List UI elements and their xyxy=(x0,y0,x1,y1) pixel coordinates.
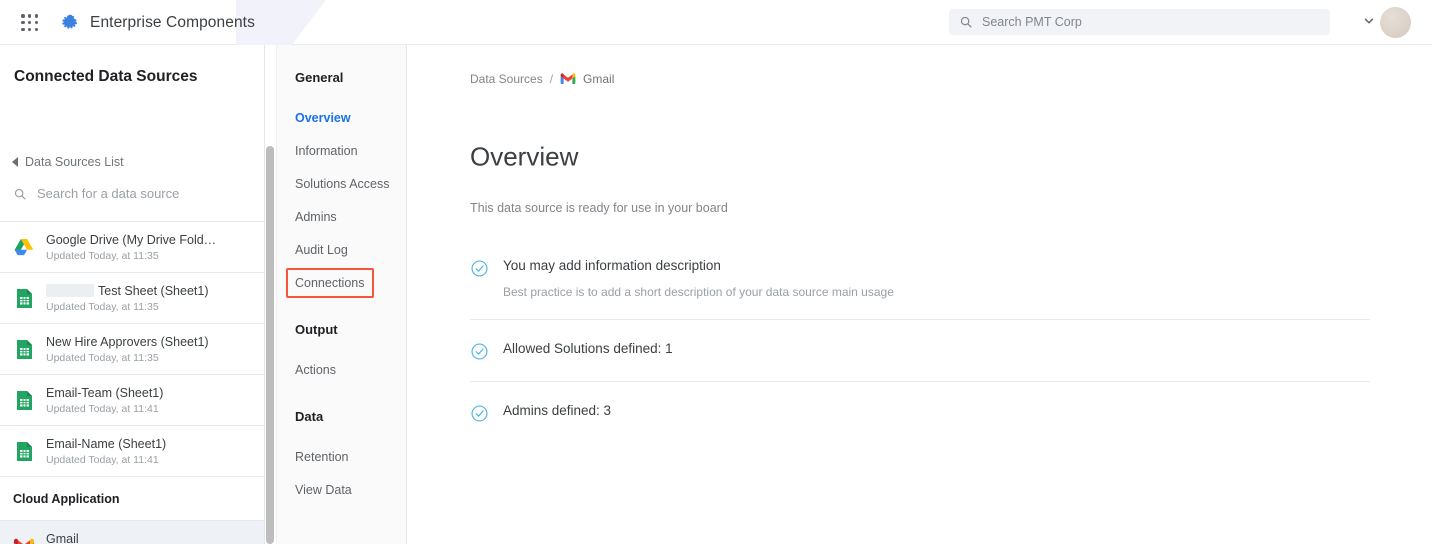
data-source-list: Google Drive (My Drive Fold… Updated Tod… xyxy=(0,222,264,544)
sidebar-search-input[interactable]: Search for a data source xyxy=(13,186,179,201)
nav-item-actions[interactable]: Actions xyxy=(295,363,336,377)
main-content: Data Sources / Gmail Overview This data … xyxy=(408,45,1432,544)
data-source-updated: Updated Today, at 11:35 xyxy=(46,352,209,364)
connected-data-sources-sidebar: Connected Data Sources Data Sources List… xyxy=(0,45,265,544)
back-link-label: Data Sources List xyxy=(25,155,124,169)
brand-home-link[interactable]: Enterprise Components xyxy=(60,0,255,45)
search-placeholder: Search PMT Corp xyxy=(982,15,1082,29)
sidebar-search-placeholder: Search for a data source xyxy=(37,186,179,201)
overview-checklist: You may add information description Best… xyxy=(470,237,1370,443)
data-source-updated: Updated Today, at 11:35 xyxy=(46,301,208,313)
brand-blob-logo xyxy=(60,14,79,31)
breadcrumb-current[interactable]: Gmail xyxy=(583,72,614,86)
data-source-name: Gmail xyxy=(46,532,159,544)
checklist-title: Allowed Solutions defined: 1 xyxy=(503,341,673,356)
apps-grid-icon[interactable] xyxy=(19,12,41,34)
nav-item-overview[interactable]: Overview xyxy=(295,111,351,125)
data-source-name-text: Test Sheet (Sheet1) xyxy=(98,284,208,298)
checklist-item: Allowed Solutions defined: 1 xyxy=(470,320,1370,382)
list-item[interactable]: Email-Team (Sheet1) Updated Today, at 11… xyxy=(0,375,264,426)
nav-item-admins[interactable]: Admins xyxy=(295,210,337,224)
nav-section-general: General xyxy=(295,70,343,85)
check-circle-icon xyxy=(470,342,489,361)
nav-section-output: Output xyxy=(295,322,338,337)
check-circle-icon xyxy=(470,259,489,278)
nav-section-data: Data xyxy=(295,409,323,424)
checklist-title: You may add information description xyxy=(503,258,721,273)
data-source-name: Email-Name (Sheet1) xyxy=(46,437,166,451)
checklist-item: You may add information description Best… xyxy=(470,237,1370,320)
page-subtitle: This data source is ready for use in you… xyxy=(470,201,728,215)
google-sheets-icon xyxy=(13,440,35,462)
check-circle-icon xyxy=(470,404,489,423)
google-sheets-icon xyxy=(13,338,35,360)
data-source-name: Google Drive (My Drive Fold… xyxy=(46,233,216,247)
list-item[interactable]: Google Drive (My Drive Fold… Updated Tod… xyxy=(0,222,264,273)
search-icon xyxy=(959,15,973,29)
redacted-block xyxy=(46,284,94,297)
data-source-name: Test Sheet (Sheet1) xyxy=(46,284,208,298)
nav-item-information[interactable]: Information xyxy=(295,144,358,158)
nav-item-solutions-access[interactable]: Solutions Access xyxy=(295,177,390,191)
breadcrumb-data-sources[interactable]: Data Sources xyxy=(470,72,543,86)
sidebar-scrollbar-thumb[interactable] xyxy=(266,146,274,544)
data-source-updated: Updated Today, at 11:41 xyxy=(46,403,163,415)
avatar[interactable] xyxy=(1380,7,1411,38)
google-sheets-icon xyxy=(13,389,35,411)
list-item[interactable]: New Hire Approvers (Sheet1) Updated Toda… xyxy=(0,324,264,375)
page-title: Overview xyxy=(470,142,578,173)
list-item[interactable]: Email-Name (Sheet1) Updated Today, at 11… xyxy=(0,426,264,477)
list-item-gmail[interactable]: Gmail Updated Today, at 11:35 xyxy=(0,521,264,544)
breadcrumb: Data Sources / Gmail xyxy=(470,72,614,86)
data-source-name: Email-Team (Sheet1) xyxy=(46,386,163,400)
data-source-updated: Updated Today, at 11:41 xyxy=(46,454,166,466)
search-icon xyxy=(13,187,27,201)
nav-item-audit-log[interactable]: Audit Log xyxy=(295,243,348,257)
sidebar-title: Connected Data Sources xyxy=(14,68,197,86)
google-sheets-icon xyxy=(13,287,35,309)
nav-item-connections[interactable]: Connections xyxy=(295,276,365,290)
checklist-item: Admins defined: 3 xyxy=(470,382,1370,443)
sidebar-group-header: Cloud Application xyxy=(0,477,264,521)
gmail-icon xyxy=(13,535,35,544)
chevron-down-icon[interactable] xyxy=(1362,14,1376,28)
app-header: Enterprise Components Search PMT Corp xyxy=(0,0,1432,45)
google-drive-icon xyxy=(13,236,35,258)
back-arrow-icon xyxy=(12,157,18,167)
gmail-icon xyxy=(560,73,576,85)
search-input[interactable]: Search PMT Corp xyxy=(949,9,1330,35)
brand-name: Enterprise Components xyxy=(90,14,255,32)
nav-item-view-data[interactable]: View Data xyxy=(295,483,352,497)
checklist-subtitle: Best practice is to add a short descript… xyxy=(503,285,1370,299)
breadcrumb-separator: / xyxy=(550,72,553,86)
settings-nav-panel: General Overview Information Solutions A… xyxy=(276,45,407,544)
data-source-updated: Updated Today, at 11:35 xyxy=(46,250,216,262)
checklist-title: Admins defined: 3 xyxy=(503,403,611,418)
data-source-name: New Hire Approvers (Sheet1) xyxy=(46,335,209,349)
nav-item-retention[interactable]: Retention xyxy=(295,450,349,464)
data-sources-list-back-link[interactable]: Data Sources List xyxy=(12,155,124,169)
list-item[interactable]: Test Sheet (Sheet1) Updated Today, at 11… xyxy=(0,273,264,324)
